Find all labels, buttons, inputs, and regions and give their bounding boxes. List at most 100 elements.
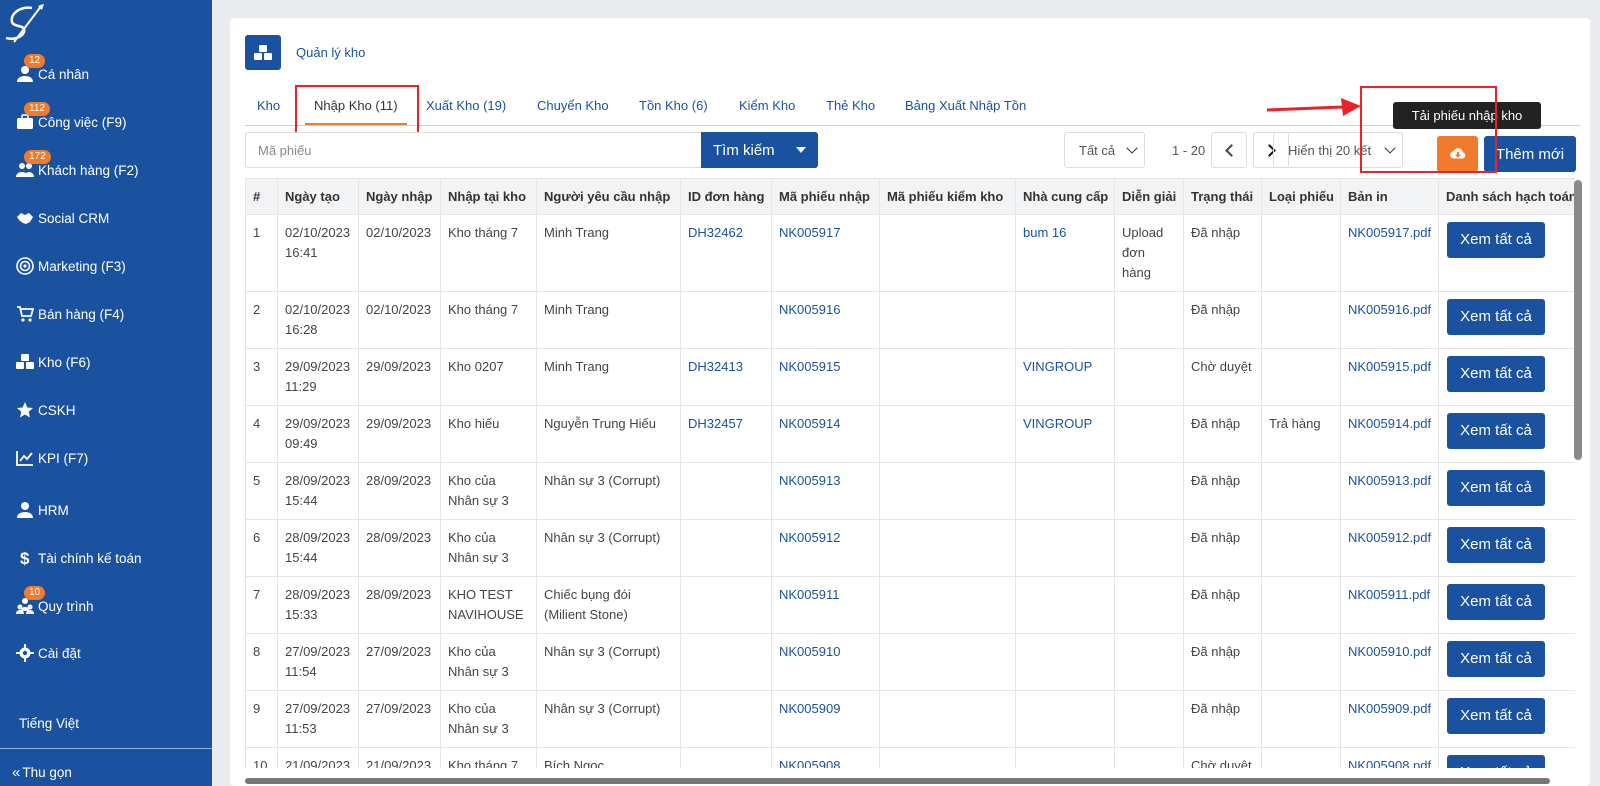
column-header[interactable]: ID đơn hàng — [680, 178, 772, 215]
table-cell[interactable]: NK005915 — [771, 348, 880, 406]
module-title[interactable]: Quản lý kho — [296, 45, 365, 60]
column-header[interactable]: Danh sách hạch toán — [1438, 178, 1575, 215]
table-cell[interactable]: NK005909.pdf — [1340, 690, 1439, 748]
column-header[interactable]: Trạng thái — [1183, 178, 1262, 215]
table-cell: 10 — [245, 747, 278, 768]
sidebar-item-social-crm[interactable]: Social CRM — [14, 206, 109, 230]
table-cell — [1015, 633, 1115, 691]
table-cell[interactable]: NK005910.pdf — [1340, 633, 1439, 691]
view-all-button[interactable]: Xem tất cả — [1447, 698, 1545, 734]
sidebar-item-quy-tr-nh[interactable]: 10 Quy trình — [14, 586, 94, 618]
column-header[interactable]: Loại phiếu — [1261, 178, 1341, 215]
view-all-button[interactable]: Xem tất cả — [1447, 755, 1545, 768]
add-new-button[interactable]: Thêm mới — [1484, 136, 1576, 172]
table-row[interactable]: 8 27/09/2023 11:54 27/09/2023 Kho của Nhân … — [245, 633, 1575, 691]
table-row[interactable]: 5 28/09/2023 15:44 28/09/2023 Kho của Nhân … — [245, 462, 1575, 520]
table-cell[interactable]: NK005912.pdf — [1340, 519, 1439, 577]
table-row[interactable]: 9 27/09/2023 11:53 27/09/2023 Kho của Nhân … — [245, 690, 1575, 748]
tab-bang-xuat-nhap-ton[interactable]: Bảng Xuất Nhập Tồn — [905, 96, 1026, 125]
column-header[interactable]: Nhà cung cấp — [1015, 178, 1115, 215]
table-row[interactable]: 3 29/09/2023 11:29 29/09/2023 Kho 0207 Minh … — [245, 348, 1575, 406]
column-header[interactable]: Nhập tại kho — [440, 178, 537, 215]
tab-kho[interactable]: Kho — [257, 96, 280, 125]
table-row[interactable]: 7 28/09/2023 15:33 28/09/2023 KHO TEST NAVI… — [245, 576, 1575, 634]
tab-the-kho[interactable]: Thẻ Kho — [826, 96, 875, 125]
table-cell[interactable]: NK005917 — [771, 214, 880, 292]
table-cell: Kho tháng 7 — [440, 214, 537, 292]
column-header[interactable]: Ngày tạo — [277, 178, 359, 215]
table-cell[interactable]: DH32457 — [680, 405, 772, 463]
sidebar-item-kho-f6[interactable]: Kho (F6) — [14, 350, 91, 374]
tab-xuat-kho[interactable]: Xuất Kho (19) — [426, 96, 506, 125]
column-header[interactable]: # — [245, 178, 278, 215]
table-cell[interactable]: VINGROUP — [1015, 405, 1115, 463]
view-all-button[interactable]: Xem tất cả — [1447, 470, 1545, 506]
prev-page-button[interactable] — [1211, 132, 1247, 168]
view-all-button[interactable]: Xem tất cả — [1447, 527, 1545, 563]
table-cell[interactable]: NK005916 — [771, 291, 880, 349]
table-cell[interactable]: DH32413 — [680, 348, 772, 406]
table-cell[interactable]: NK005916.pdf — [1340, 291, 1439, 349]
table-row[interactable]: 2 02/10/2023 16:28 02/10/2023 Kho tháng 7 Mi… — [245, 291, 1575, 349]
table-row[interactable]: 1 02/10/2023 16:41 02/10/2023 Kho tháng 7 Mi… — [245, 214, 1575, 292]
table-cell[interactable]: NK005909 — [771, 690, 880, 748]
language-selector[interactable]: Tiếng Việt — [19, 716, 79, 731]
table-cell[interactable]: NK005913.pdf — [1340, 462, 1439, 520]
table-cell: 28/09/2023 — [358, 576, 441, 634]
table-cell — [879, 633, 1016, 691]
view-all-button[interactable]: Xem tất cả — [1447, 356, 1545, 392]
table-cell: 27/09/2023 11:54 — [277, 633, 359, 691]
table-cell[interactable]: NK005908.pdf — [1340, 747, 1439, 768]
sidebar-item-cskh[interactable]: CSKH — [14, 398, 76, 422]
column-header[interactable]: Diễn giải — [1114, 178, 1184, 215]
table-row[interactable]: 1021/09/2023 17:1421/09/2023Kho tháng 7B… — [245, 747, 1575, 768]
horizontal-scrollbar[interactable] — [245, 778, 1550, 784]
collapse-button[interactable]: « Thu gọn — [12, 764, 72, 781]
view-all-button[interactable]: Xem tất cả — [1447, 222, 1545, 258]
table-row[interactable]: 4 29/09/2023 09:49 29/09/2023 Kho hiếu Nguyễ… — [245, 405, 1575, 463]
search-input[interactable] — [245, 132, 701, 168]
vertical-scrollbar[interactable] — [1574, 180, 1582, 460]
table-cell[interactable]: NK005914.pdf — [1340, 405, 1439, 463]
tab-chuyen-kho[interactable]: Chuyển Kho — [537, 96, 609, 125]
view-all-button[interactable]: Xem tất cả — [1447, 584, 1545, 620]
table-cell[interactable]: NK005911 — [771, 576, 880, 634]
column-header[interactable]: Bản in — [1340, 178, 1439, 215]
view-all-button[interactable]: Xem tất cả — [1447, 299, 1545, 335]
sidebar-item-b-n-h-ng-f4[interactable]: Bán hàng (F4) — [14, 302, 124, 326]
sidebar-item-c-nh-n[interactable]: 12 Cá nhân — [14, 54, 89, 86]
table-cell[interactable]: NK005910 — [771, 633, 880, 691]
view-all-button[interactable]: Xem tất cả — [1447, 641, 1545, 677]
table-cell[interactable]: NK005914 — [771, 405, 880, 463]
table-cell[interactable]: bum 16 — [1015, 214, 1115, 292]
module-button[interactable] — [245, 35, 281, 70]
column-header[interactable]: Người yêu cầu nhập — [536, 178, 681, 215]
tab-ton-kho[interactable]: Tồn Kho (6) — [639, 96, 708, 125]
sidebar-item-c-ng-vi-c-f9[interactable]: 112 Công việc (F9) — [14, 102, 127, 134]
sidebar-item-kh-ch-h-ng-f2[interactable]: 172 Khách hàng (F2) — [14, 150, 139, 182]
table-cell[interactable]: NK005911.pdf — [1340, 576, 1439, 634]
table-cell[interactable]: NK005912 — [771, 519, 880, 577]
table-cell[interactable]: VINGROUP — [1015, 348, 1115, 406]
column-header[interactable]: Mã phiếu kiểm kho — [879, 178, 1016, 215]
search-button[interactable]: Tìm kiếm — [701, 132, 818, 168]
table-cell[interactable]: NK005915.pdf — [1340, 348, 1439, 406]
sidebar-item-marketing-f3[interactable]: Marketing (F3) — [14, 254, 126, 278]
status-filter-select[interactable]: Tất cả — [1064, 132, 1145, 168]
view-all-button[interactable]: Xem tất cả — [1447, 413, 1545, 449]
sidebar-item-hrm[interactable]: HRM — [14, 498, 69, 522]
sidebar-item-t-i-ch-nh-k-to-n[interactable]: $ Tài chính kế toán — [14, 546, 142, 570]
table-cell[interactable]: NK005913 — [771, 462, 880, 520]
table-cell[interactable]: NK005908 — [771, 747, 880, 768]
sidebar-item-kpi-f7[interactable]: KPI (F7) — [14, 446, 88, 470]
table-cell[interactable]: DH32462 — [680, 214, 772, 292]
notification-badge: 112 — [24, 102, 50, 116]
sidebar-item-c-i-t[interactable]: Cài đặt — [14, 641, 81, 665]
table-cell — [1261, 747, 1341, 768]
tab-kiem-kho[interactable]: Kiểm Kho — [739, 96, 795, 125]
column-header[interactable]: Ngày nhập — [358, 178, 441, 215]
table-row[interactable]: 6 28/09/2023 15:44 28/09/2023 Kho của Nhân … — [245, 519, 1575, 577]
table-cell — [1015, 576, 1115, 634]
column-header[interactable]: Mã phiếu nhập — [771, 178, 880, 215]
table-cell[interactable]: NK005917.pdf — [1340, 214, 1439, 292]
